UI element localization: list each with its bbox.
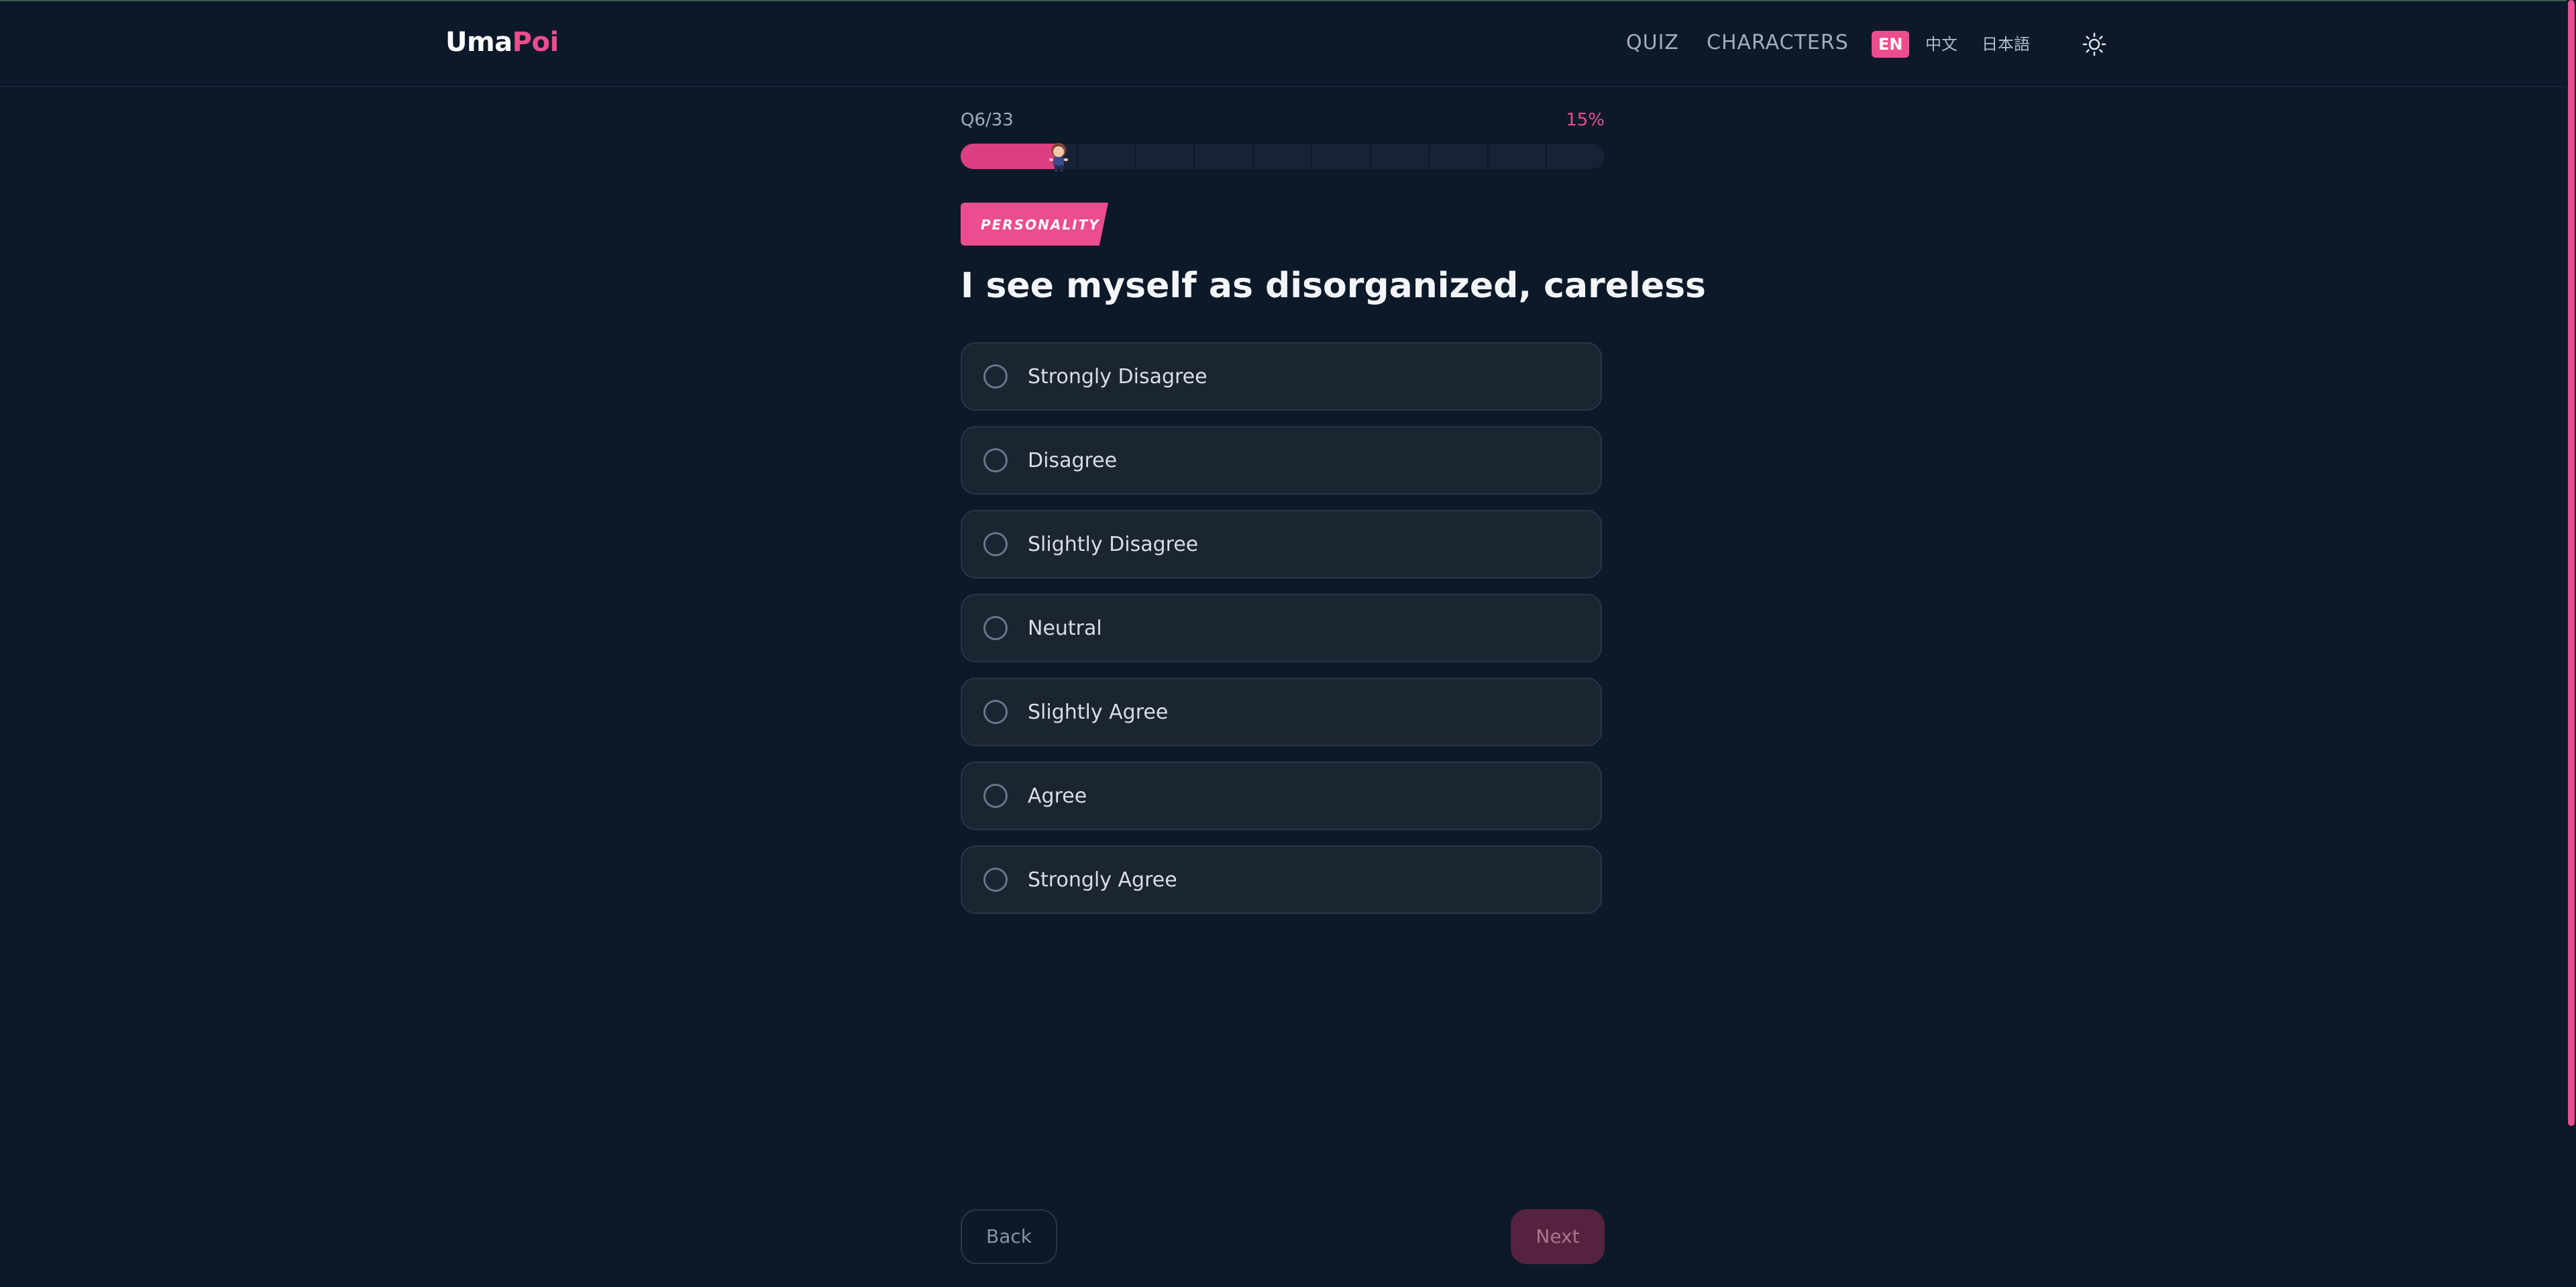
option-neutral[interactable]: Neutral (961, 594, 1602, 662)
progress-fill (961, 144, 1057, 169)
progress-segment-divider (1135, 144, 1136, 169)
radio-circle-icon[interactable] (983, 448, 1008, 472)
option-label: Strongly Disagree (1028, 365, 1208, 389)
radio-circle-icon[interactable] (983, 784, 1008, 808)
question-text: I see myself as disorganized, careless (961, 266, 1706, 306)
nav-quiz-link[interactable]: QUIZ (1626, 31, 1679, 54)
site-header: UmaPoi QUIZ CHARACTERS EN 中文 日本語 (0, 1, 2576, 87)
option-label: Slightly Agree (1028, 701, 1169, 724)
progress-segment-divider (1252, 144, 1254, 169)
lang-en-button[interactable]: EN (1872, 31, 1910, 58)
category-tag: PERSONALITY (961, 203, 1108, 246)
progress-segment-divider (1076, 144, 1077, 169)
option-strongly-disagree[interactable]: Strongly Disagree (961, 342, 1602, 411)
logo-text-primary: Uma (445, 27, 513, 58)
progress-segment-divider (1487, 144, 1489, 169)
radio-circle-icon[interactable] (983, 532, 1008, 556)
question-counter: Q6/33 (961, 110, 1014, 130)
lang-zh-button[interactable]: 中文 (1925, 31, 1957, 58)
radio-circle-icon[interactable] (983, 364, 1008, 389)
option-label: Slightly Disagree (1028, 533, 1199, 556)
progress-segment-divider (1193, 144, 1195, 169)
nav-characters-link[interactable]: CHARACTERS (1707, 31, 1849, 54)
category-tag-label: PERSONALITY (981, 217, 1100, 233)
progress-segment-divider (1428, 144, 1430, 169)
sun-icon[interactable] (2082, 32, 2106, 56)
radio-circle-icon[interactable] (983, 700, 1008, 724)
option-label: Strongly Agree (1028, 868, 1177, 892)
option-label: Neutral (1028, 617, 1102, 640)
progress-segment-divider (1546, 144, 1547, 169)
option-slightly-agree[interactable]: Slightly Agree (961, 678, 1602, 746)
radio-circle-icon[interactable] (983, 868, 1008, 892)
back-button[interactable]: Back (961, 1209, 1057, 1264)
logo-text-accent: Poi (512, 27, 559, 58)
progress-segment-divider (1370, 144, 1371, 169)
option-agree[interactable]: Agree (961, 762, 1602, 830)
next-button[interactable]: Next (1511, 1209, 1605, 1264)
option-strongly-agree[interactable]: Strongly Agree (961, 845, 1602, 914)
scrollbar-thumb[interactable] (2568, 0, 2575, 1126)
option-slightly-disagree[interactable]: Slightly Disagree (961, 510, 1602, 578)
logo[interactable]: UmaPoi (445, 27, 559, 58)
scrollbar[interactable] (2567, 0, 2576, 1287)
option-disagree[interactable]: Disagree (961, 426, 1602, 495)
progress-segment-divider (1311, 144, 1312, 169)
option-label: Disagree (1028, 449, 1118, 472)
runner-character-icon (1049, 143, 1068, 172)
lang-ja-button[interactable]: 日本語 (1982, 31, 2030, 58)
progress-percent: 15% (1566, 110, 1605, 130)
option-label: Agree (1028, 784, 1087, 808)
radio-circle-icon[interactable] (983, 616, 1008, 640)
